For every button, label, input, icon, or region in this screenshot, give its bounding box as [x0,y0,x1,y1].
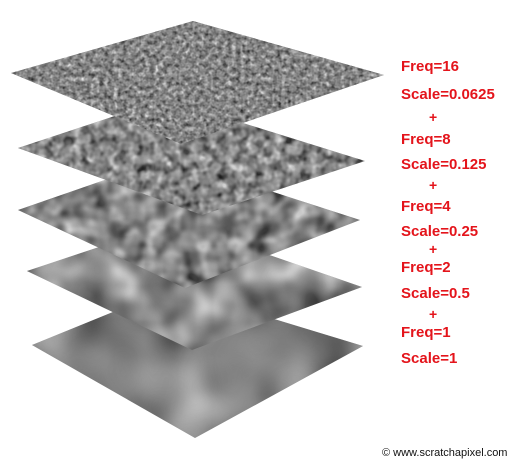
scale-label-0.125: Scale=0.125 [401,156,487,173]
freq-label-8: Freq=8 [401,131,451,148]
plus-sign: + [429,241,438,257]
plus-sign: + [429,306,438,322]
freq-label-1: Freq=1 [401,324,451,341]
plus-sign: + [429,109,438,125]
scale-label-0.25: Scale=0.25 [401,223,479,240]
freq-label-16: Freq=16 [401,58,459,75]
freq-label-4: Freq=4 [401,198,451,215]
scale-label-0.0625: Scale=0.0625 [401,86,495,103]
scale-label-1: Scale=1 [401,350,458,367]
plus-sign: + [429,177,438,193]
noise-plane-freq-16 [11,21,384,144]
freq-label-2: Freq=2 [401,259,451,276]
fractal-noise-diagram: Freq=16 Scale=0.0625 + Freq=8 Scale=0.12… [0,0,531,465]
copyright-credit: © www.scratchapixel.com [382,447,508,459]
scale-label-0.5: Scale=0.5 [401,285,470,302]
